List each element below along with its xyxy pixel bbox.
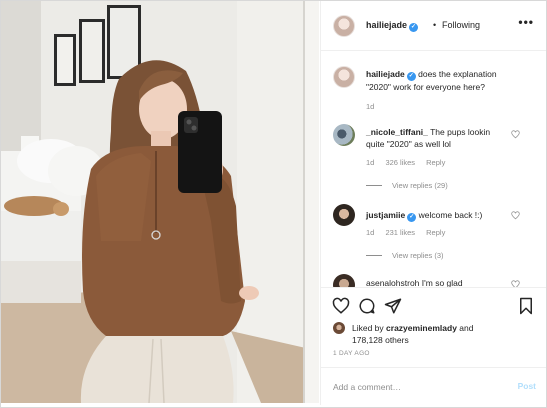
reply-button[interactable]: Reply (426, 228, 445, 237)
verified-badge-icon: ✓ (407, 213, 417, 222)
reply-button[interactable]: Reply (426, 158, 445, 167)
add-comment-bar: Post (321, 367, 546, 405)
post-header: hailiejade ✓ • Following ••• (321, 1, 546, 51)
commenter-username[interactable]: asenalohstroh (366, 278, 419, 287)
liker-avatar[interactable] (333, 322, 345, 334)
comment-meta: 1d 231 likes Reply (366, 228, 454, 237)
comment-meta: 1d 326 likes Reply (366, 158, 454, 167)
likes-text: Liked by crazyeminemlady and 178,128 oth… (352, 323, 474, 345)
view-replies-button[interactable]: View replies (29) (366, 181, 448, 190)
comment-time[interactable]: 1d (366, 158, 374, 167)
comment-text: asenalohstroh I'm so glad (366, 278, 463, 287)
post-photo[interactable] (1, 1, 319, 403)
more-options-icon[interactable]: ••• (518, 15, 534, 29)
save-bookmark-icon[interactable] (517, 297, 535, 315)
following-button[interactable]: Following (442, 20, 480, 30)
commenter-username[interactable]: _nicole_tiffani_ (366, 127, 428, 137)
comments-list[interactable]: hailiejade ✓ does the explanation "2020" … (321, 52, 546, 287)
comment-text: justjamiie ✓ welcome back !:) (366, 210, 483, 222)
like-comment-heart-icon[interactable] (511, 130, 520, 139)
author-username[interactable]: hailiejade ✓ (366, 20, 419, 32)
like-comment-heart-icon[interactable] (511, 280, 520, 287)
mirror-selfie-image (1, 1, 319, 403)
commenter-avatar[interactable] (333, 204, 355, 226)
commenter-avatar[interactable] (333, 124, 355, 146)
like-heart-icon[interactable] (332, 297, 350, 315)
post-side-panel: hailiejade ✓ • Following ••• hailiejade ✓ … (320, 1, 546, 405)
share-paper-plane-icon[interactable] (384, 297, 402, 315)
comment-text: _nicole_tiffani_ The pups lookin quite "… (366, 127, 491, 149)
verified-badge-icon: ✓ (409, 23, 419, 32)
view-replies-button[interactable]: View replies (3) (366, 251, 444, 260)
view-replies-line (366, 185, 382, 186)
commenter-avatar[interactable] (333, 66, 355, 88)
commenter-avatar[interactable] (333, 274, 355, 287)
comment-text: hailiejade ✓ does the explanation "2020" … (366, 69, 497, 92)
verified-badge-icon: ✓ (406, 72, 416, 81)
comment-likes[interactable]: 231 likes (385, 228, 415, 237)
comment-time[interactable]: 1d (366, 228, 374, 237)
comment-bubble-icon[interactable] (358, 297, 376, 315)
author-avatar[interactable] (333, 15, 355, 37)
view-replies-line (366, 255, 382, 256)
post-comment-button[interactable]: Post (518, 381, 536, 391)
commenter-username[interactable]: justjamiie (366, 210, 405, 220)
post-timestamp[interactable]: 1 DAY AGO (333, 350, 370, 357)
comment-meta: 1d (366, 102, 383, 111)
post-actions: Liked by crazyeminemlady and 178,128 oth… (321, 287, 546, 367)
likes-count[interactable]: 178,128 others (352, 335, 409, 345)
commenter-username[interactable]: hailiejade (366, 69, 405, 79)
liker-username[interactable]: crazyeminemlady (386, 323, 457, 333)
like-comment-heart-icon[interactable] (511, 211, 520, 220)
header-separator: • (433, 20, 437, 30)
comment-time[interactable]: 1d (366, 102, 374, 111)
add-comment-input[interactable] (333, 380, 493, 394)
comment-likes[interactable]: 326 likes (385, 158, 415, 167)
